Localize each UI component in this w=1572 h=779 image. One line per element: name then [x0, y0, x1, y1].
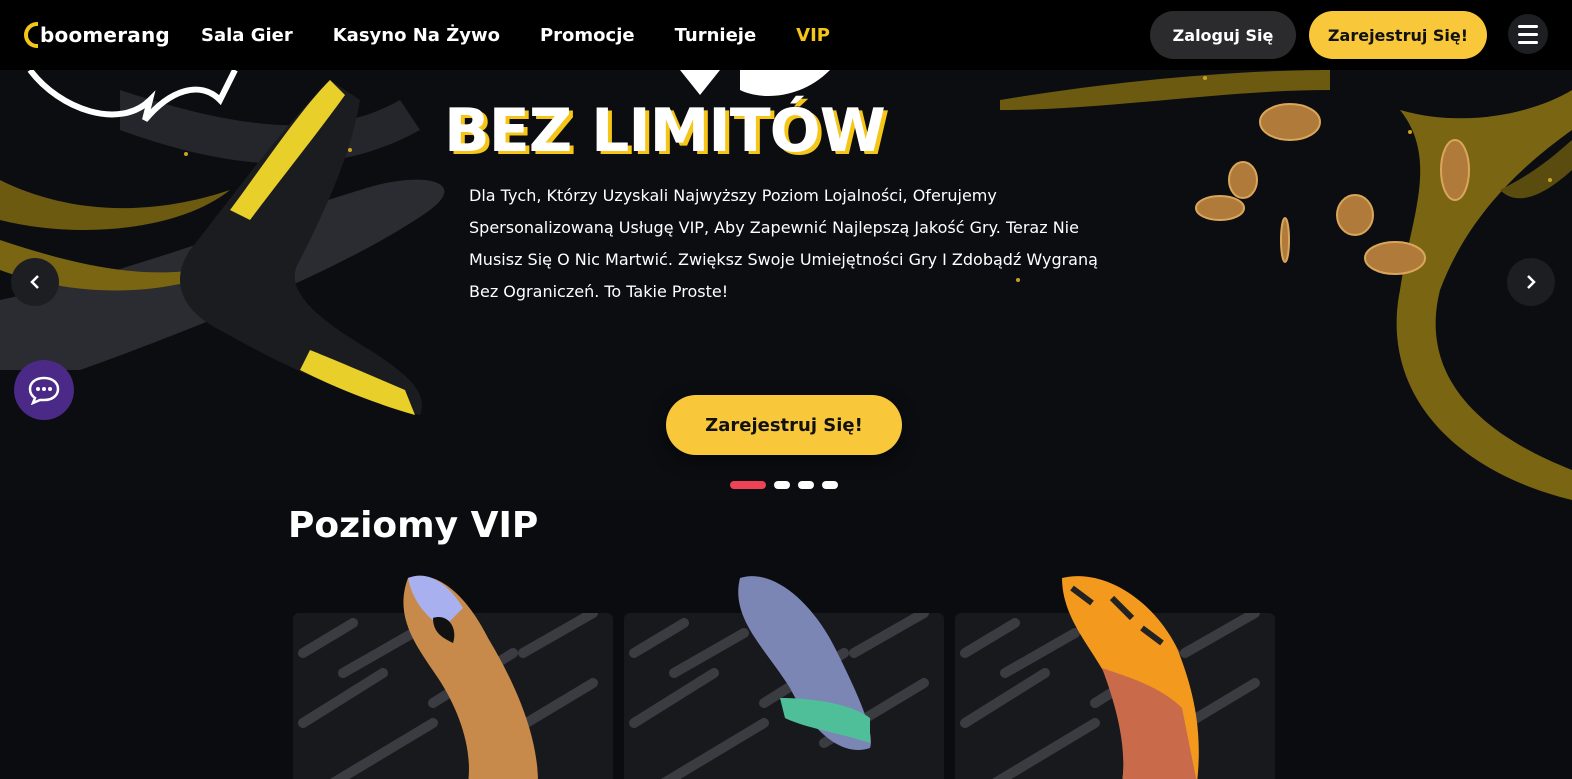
logo-text: boomerang	[40, 23, 170, 47]
nav-item-live-casino[interactable]: Kasyno Na Żywo	[333, 25, 500, 46]
chat-bubble-icon[interactable]	[14, 360, 74, 420]
hamburger-menu-icon[interactable]	[1508, 14, 1548, 54]
main-nav: Sala Gier Kasyno Na Żywo Promocje Turnie…	[201, 0, 830, 70]
nav-item-game-room[interactable]: Sala Gier	[201, 25, 293, 46]
blue-boomerang-image	[738, 576, 871, 750]
hero-description: Dla Tych, Którzy Uzyskali Najwyższy Pozi…	[469, 186, 1098, 301]
slider-pagination	[730, 481, 838, 489]
boomerang-logo[interactable]: boomerang	[24, 20, 170, 50]
slide-dot-1[interactable]	[730, 481, 766, 489]
vip-levels-title: Poziomy VIP	[288, 505, 539, 546]
slide-dot-3[interactable]	[798, 481, 814, 489]
chevron-right-icon[interactable]	[1507, 258, 1555, 306]
nav-item-vip[interactable]: VIP	[796, 25, 830, 46]
hero-title: BEZ LIMITÓW	[444, 96, 886, 166]
logo-mark-icon	[24, 22, 38, 48]
slide-dot-2[interactable]	[774, 481, 790, 489]
login-button[interactable]: Zaloguj Się	[1150, 11, 1296, 59]
register-button[interactable]: Zarejestruj Się!	[1309, 11, 1487, 59]
nav-item-promotions[interactable]: Promocje	[540, 25, 635, 46]
slide-dot-4[interactable]	[822, 481, 838, 489]
wooden-boomerang-image	[403, 575, 538, 779]
nav-item-tournaments[interactable]: Turnieje	[675, 25, 757, 46]
orange-boomerang-image	[1062, 576, 1199, 779]
top-navbar: boomerang Sala Gier Kasyno Na Żywo Promo…	[0, 0, 1572, 70]
hero-register-button[interactable]: Zarejestruj Się!	[666, 395, 902, 455]
chevron-left-icon[interactable]	[11, 258, 59, 306]
hero-banner: BEZ LIMITÓW Dla Tych, Którzy Uzyskali Na…	[0, 70, 1572, 500]
